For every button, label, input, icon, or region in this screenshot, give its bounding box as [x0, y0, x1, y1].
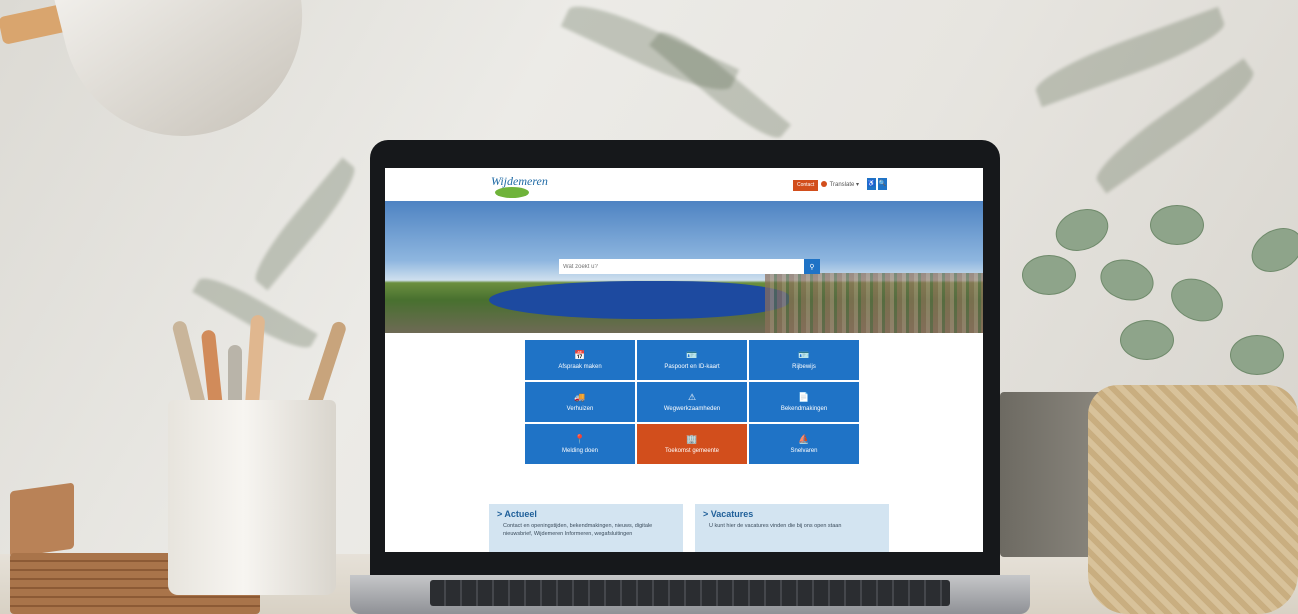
card-text: U kunt hier de vacatures vinden die bij …	[709, 523, 842, 529]
tile-label: Wegwerkzaamheden	[663, 406, 721, 412]
plant-leaf	[1095, 253, 1159, 307]
search-button[interactable]: ⚲	[804, 259, 820, 274]
plant-leaf	[1164, 270, 1230, 330]
lamp-shade	[52, 0, 328, 162]
card-title: > Actueel	[497, 509, 537, 519]
translate-dropdown[interactable]: Translate ▾	[821, 179, 859, 191]
truck-icon: 🚚	[574, 392, 586, 402]
tile-label: Toekomst gemeente	[664, 448, 720, 454]
quick-links-grid: 📅 Afspraak maken 🪪 Paspoort en ID-kaart …	[525, 340, 859, 464]
chevron-down-icon: ▾	[856, 182, 860, 188]
pencil-cup	[168, 400, 336, 595]
road-warning-icon: ⚠	[687, 392, 697, 402]
hero-banner: ⚲	[385, 201, 983, 333]
id-card-icon: 🪪	[686, 350, 698, 360]
card-text: Contact en openingstijden, bekendmakinge…	[503, 523, 653, 537]
plant-leaf	[1230, 335, 1284, 375]
card-title: > Vacatures	[703, 509, 754, 519]
wooden-tray	[10, 482, 74, 558]
site-header: Wijdemeren Contact Translate ▾ ♿ 🔍	[385, 168, 983, 201]
tile-label: Snelvaren	[790, 448, 818, 454]
tile-afspraak-maken[interactable]: 📅 Afspraak maken	[525, 340, 635, 380]
laptop-screen: Wijdemeren Contact Translate ▾ ♿ 🔍 ⚲ 📅 A…	[385, 168, 983, 552]
building-icon: 🏢	[686, 434, 698, 444]
pencil	[244, 314, 266, 411]
tile-label: Verhuizen	[566, 406, 594, 412]
accessibility-button[interactable]: ♿	[867, 178, 876, 190]
plant-leaf	[1150, 205, 1204, 245]
card-actueel[interactable]: > Actueel Contact en openingstijden, bek…	[489, 504, 683, 552]
tile-snelvaren[interactable]: ⛵ Snelvaren	[749, 424, 859, 464]
tile-bekendmakingen[interactable]: 📄 Bekendmakingen	[749, 382, 859, 422]
plant-leaf	[1049, 201, 1115, 259]
tile-verhuizen[interactable]: 🚚 Verhuizen	[525, 382, 635, 422]
tile-toekomst-gemeente[interactable]: 🏢 Toekomst gemeente	[637, 424, 747, 464]
tile-wegwerkzaamheden[interactable]: ⚠ Wegwerkzaamheden	[637, 382, 747, 422]
tile-label: Rijbewijs	[792, 364, 816, 370]
tile-rijbewijs[interactable]: 🪪 Rijbewijs	[749, 340, 859, 380]
contact-button[interactable]: Contact	[793, 180, 819, 191]
hero-lake	[489, 281, 789, 319]
globe-icon	[821, 181, 827, 188]
license-icon: 🪪	[798, 350, 810, 360]
boat-icon: ⛵	[798, 434, 810, 444]
document-icon: 📄	[798, 392, 810, 402]
tile-label: Afspraak maken	[558, 364, 602, 370]
tile-melding-doen[interactable]: 📍 Melding doen	[525, 424, 635, 464]
laptop-keyboard	[430, 580, 950, 606]
report-icon: 📍	[574, 434, 586, 444]
search-icon: ⚲	[809, 263, 815, 271]
shadow-leaf	[649, 22, 791, 148]
shadow-leaf	[246, 157, 364, 291]
plant-leaf	[1243, 219, 1298, 281]
plant-leaf	[1120, 320, 1174, 360]
photo-scene: Wijdemeren Contact Translate ▾ ♿ 🔍 ⚲ 📅 A…	[0, 0, 1298, 614]
plant-leaf	[1022, 255, 1076, 295]
wicker-basket	[1088, 385, 1298, 614]
site-logo[interactable]: Wijdemeren	[491, 174, 548, 189]
translate-label: Translate	[829, 182, 855, 188]
header-search-button[interactable]: 🔍	[878, 178, 887, 190]
card-vacatures[interactable]: > Vacatures U kunt hier de vacatures vin…	[695, 504, 889, 552]
tile-label: Paspoort en ID-kaart	[664, 364, 720, 370]
calendar-icon: 📅	[574, 350, 586, 360]
tile-label: Bekendmakingen	[780, 406, 828, 412]
search-input[interactable]	[559, 259, 812, 274]
tile-paspoort-id-kaart[interactable]: 🪪 Paspoort en ID-kaart	[637, 340, 747, 380]
hero-town	[765, 273, 983, 333]
tile-label: Melding doen	[561, 448, 599, 454]
